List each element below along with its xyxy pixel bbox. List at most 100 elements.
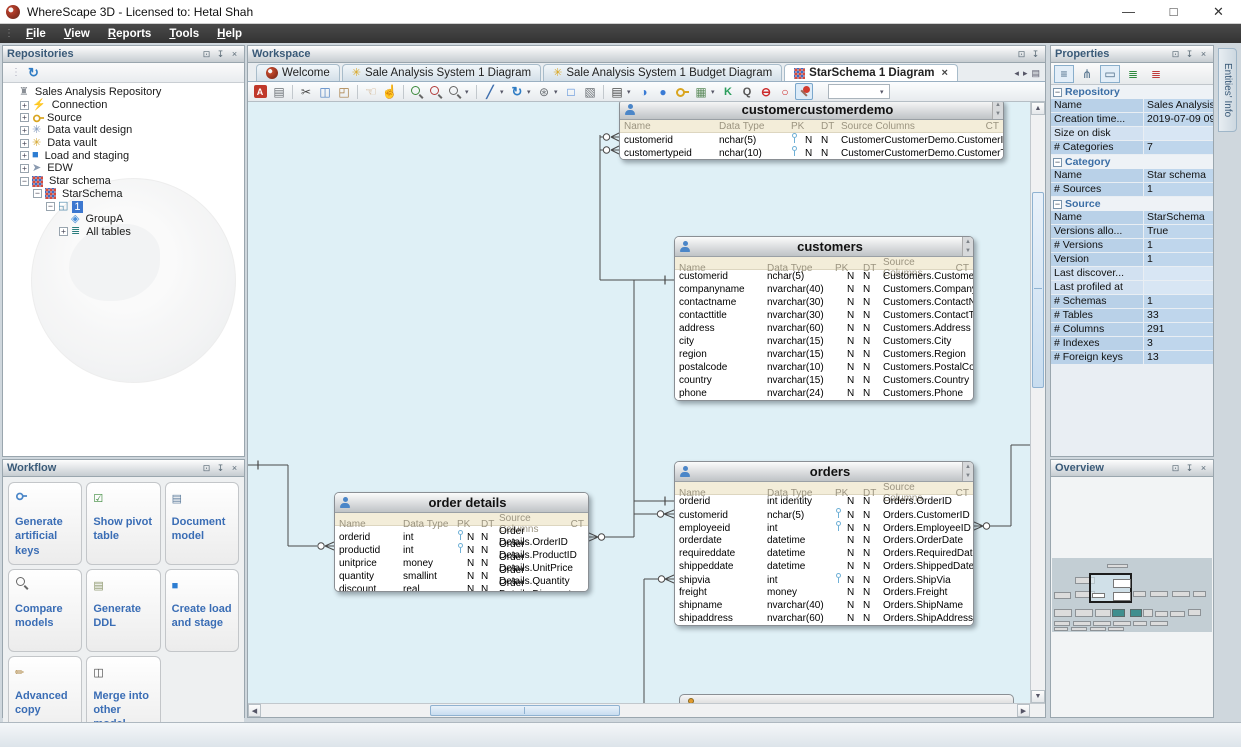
entity-column-row[interactable]: regionnvarchar(15)NNCustomers.Region: [675, 348, 973, 361]
chevron-down-icon[interactable]: ▾: [465, 88, 472, 96]
property-row[interactable]: Last discover...: [1051, 267, 1213, 280]
mark-circle-icon[interactable]: ○: [776, 83, 794, 100]
property-row[interactable]: Last profiled at: [1051, 281, 1213, 294]
entity-column-row[interactable]: companynamenvarchar(40)NNCustomers.Compa…: [675, 283, 973, 296]
entity-title-bar[interactable]: orders▲▼: [675, 462, 973, 482]
entity-column-row[interactable]: phonenvarchar(24)NNCustomers.Phone: [675, 387, 973, 400]
add-table-icon[interactable]: ▦: [692, 83, 710, 100]
entity-column-row[interactable]: customeridnchar(5)NNCustomers.CustomerID: [675, 270, 973, 283]
property-row[interactable]: Creation time...2019-07-09 09:...: [1051, 113, 1213, 126]
entity-table-customercustomerdemo[interactable]: customercustomerdemo▲▼NameData TypePKDTS…: [619, 102, 1004, 160]
copy-icon[interactable]: ◫: [316, 83, 334, 100]
property-row[interactable]: # Schemas1: [1051, 295, 1213, 308]
zoom-out-icon[interactable]: [427, 83, 445, 100]
zoom-level-icon[interactable]: [446, 83, 464, 100]
flat-view-icon[interactable]: ▭: [1100, 65, 1120, 83]
routing-style-icon[interactable]: ⊛: [535, 83, 553, 100]
scroll-down-arrow[interactable]: ▼: [1031, 690, 1045, 703]
collapse-section-icon[interactable]: −: [1053, 88, 1062, 97]
show-half-icon[interactable]: ◑: [635, 83, 653, 100]
expand-all-icon[interactable]: ≣: [1123, 65, 1143, 83]
tab-list-icon[interactable]: ▤: [1031, 68, 1040, 79]
property-row[interactable]: NameStarSchema: [1051, 211, 1213, 224]
pin-panel-icon[interactable]: ↧: [215, 463, 226, 474]
tab-starschema-1-diagram[interactable]: StarSchema 1 Diagram×: [784, 64, 958, 81]
world-view-icon[interactable]: ●: [654, 83, 672, 100]
float-panel-icon[interactable]: ⊡: [1170, 49, 1181, 60]
property-row[interactable]: # Indexes3: [1051, 337, 1213, 350]
shrink-diagram-icon[interactable]: K: [719, 83, 737, 100]
tree-view-icon[interactable]: ⋔: [1077, 65, 1097, 83]
property-row[interactable]: NameSales Analysis ...: [1051, 99, 1213, 112]
tree-expander[interactable]: +: [20, 113, 29, 122]
close-panel-icon[interactable]: ×: [1198, 463, 1209, 474]
workflow-button-show-pivot-table[interactable]: ☑Show pivot table: [86, 482, 160, 565]
workflow-button-compare-models[interactable]: Compare models: [8, 569, 82, 652]
menu-reports[interactable]: Reports: [99, 28, 160, 40]
tree-expander[interactable]: +: [20, 126, 29, 135]
draw-relationship-icon[interactable]: ╱: [481, 83, 499, 100]
entity-column-row[interactable]: shippeddatedatetimeNNOrders.ShippedDate: [675, 560, 973, 573]
entity-column-row[interactable]: requireddatedatetimeNNOrders.RequiredDat…: [675, 547, 973, 560]
float-panel-icon[interactable]: ⊡: [201, 49, 212, 60]
property-row[interactable]: # Foreign keys13: [1051, 351, 1213, 364]
tree-item-1[interactable]: −◱1: [7, 200, 244, 213]
tab-welcome[interactable]: Welcome: [256, 64, 340, 81]
tree-expander[interactable]: +: [20, 151, 29, 160]
entity-column-row[interactable]: freightmoneyNNOrders.Freight: [675, 586, 973, 599]
pin-panel-icon[interactable]: ↧: [1184, 463, 1195, 474]
pin-panel-icon[interactable]: ↧: [1030, 49, 1041, 60]
tree-item-data-vault[interactable]: +✳Data vault: [7, 137, 244, 150]
property-row[interactable]: # Sources1: [1051, 183, 1213, 196]
tree-item-load-and-staging[interactable]: +■Load and staging: [7, 149, 244, 162]
close-panel-icon[interactable]: ×: [1198, 49, 1209, 60]
collapse-section-icon[interactable]: −: [1053, 158, 1062, 167]
entity-scroll-arrows[interactable]: ▲▼: [962, 462, 973, 481]
collapse-all-icon[interactable]: ≣: [1146, 65, 1166, 83]
tree-item-sales-analysis-repository[interactable]: ♜Sales Analysis Repository: [7, 86, 244, 99]
canvas-vertical-scrollbar[interactable]: ▲ ▼: [1030, 102, 1045, 703]
next-tab-icon[interactable]: ▸: [1023, 68, 1028, 79]
workflow-button-generate-ddl[interactable]: ▤Generate DDL: [86, 569, 160, 652]
scroll-down-arrow[interactable]: ▼: [995, 111, 1001, 117]
pan-hand-icon[interactable]: ☜: [362, 83, 380, 100]
float-panel-icon[interactable]: ⊡: [1170, 463, 1181, 474]
entity-column-row[interactable]: customeridnchar(5)NNOrders.CustomerID: [675, 508, 973, 521]
list-view-icon[interactable]: ≡: [1054, 65, 1074, 83]
entity-column-row[interactable]: contacttitlenvarchar(30)NNCustomers.Cont…: [675, 309, 973, 322]
add-key-icon[interactable]: [673, 83, 691, 100]
entity-column-row[interactable]: employeeidintNNOrders.EmployeeID: [675, 521, 973, 534]
prev-tab-icon[interactable]: ◂: [1014, 68, 1019, 79]
collapse-section-icon[interactable]: −: [1053, 200, 1062, 209]
property-section-source[interactable]: −Source: [1051, 197, 1213, 211]
maximize-button[interactable]: □: [1151, 0, 1196, 23]
close-panel-icon[interactable]: ×: [229, 463, 240, 474]
property-row[interactable]: Versions allo...True: [1051, 225, 1213, 238]
workflow-button-generate-artificial-keys[interactable]: Generate artificial keys: [8, 482, 82, 565]
pin-panel-icon[interactable]: ↧: [215, 49, 226, 60]
paste-icon[interactable]: ◰: [335, 83, 353, 100]
menu-file[interactable]: File: [17, 28, 55, 40]
diagram-canvas[interactable]: customercustomerdemo▲▼NameData TypePKDTS…: [248, 102, 1045, 703]
entity-scroll-arrows[interactable]: ▲▼: [992, 102, 1003, 119]
property-row[interactable]: # Categories7: [1051, 141, 1213, 154]
scroll-down-arrow[interactable]: ▼: [965, 248, 971, 254]
entity-column-row[interactable]: customeridnchar(5)NNCustomerCustomerDemo…: [620, 133, 1003, 146]
cut-icon[interactable]: ✂: [297, 83, 315, 100]
close-tab-icon[interactable]: ×: [941, 67, 947, 79]
property-section-repository[interactable]: −Repository: [1051, 85, 1213, 99]
tree-item-all-tables[interactable]: +≣All tables: [7, 226, 244, 239]
tree-expander[interactable]: −: [20, 177, 29, 186]
entity-column-row[interactable]: addressnvarchar(60)NNCustomers.Address: [675, 322, 973, 335]
menu-tools[interactable]: Tools: [160, 28, 208, 40]
entity-column-row[interactable]: postalcodenvarchar(10)NNCustomers.Postal…: [675, 361, 973, 374]
scroll-up-arrow[interactable]: ▲: [965, 464, 971, 470]
entity-column-row[interactable]: orderdatedatetimeNNOrders.OrderDate: [675, 534, 973, 547]
entity-table-partial[interactable]: [679, 694, 1014, 703]
entity-scroll-arrows[interactable]: ▲▼: [962, 237, 973, 256]
chevron-down-icon[interactable]: ▾: [627, 88, 634, 96]
property-row[interactable]: Version1: [1051, 253, 1213, 266]
tree-expander[interactable]: −: [46, 202, 55, 211]
tree-item-starschema[interactable]: −StarSchema: [7, 188, 244, 201]
tree-expander[interactable]: −: [33, 189, 42, 198]
